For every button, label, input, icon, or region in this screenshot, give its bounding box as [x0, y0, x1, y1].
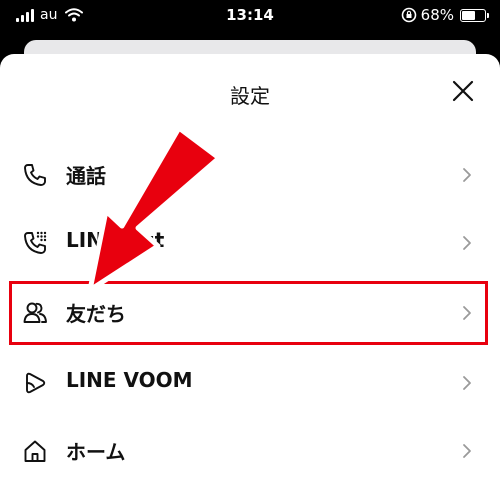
chevron-right-icon	[463, 444, 471, 458]
status-bar: au 13:14 68%	[0, 0, 500, 34]
phone-icon	[24, 164, 46, 186]
voom-icon	[26, 372, 46, 394]
chevron-right-icon	[463, 168, 471, 182]
menu-item-label: LINE Out	[66, 228, 165, 252]
highlight-box	[9, 281, 488, 345]
menu-item-label: ホーム	[66, 440, 126, 464]
menu-item-home[interactable]: ホーム	[0, 418, 500, 484]
battery-icon	[460, 8, 489, 22]
chevron-right-icon	[463, 376, 471, 390]
battery-percent: 68%	[420, 6, 454, 24]
status-right: 68%	[401, 6, 489, 24]
close-icon	[452, 80, 474, 102]
menu-item-line-voom[interactable]: LINE VOOM	[0, 350, 500, 416]
menu-item-line-out[interactable]: LINE Out	[0, 210, 500, 276]
chevron-right-icon	[463, 236, 471, 250]
home-icon	[24, 440, 46, 462]
menu-item-label: 通話	[66, 164, 106, 188]
phone-dial-icon	[24, 231, 47, 254]
menu-item-call[interactable]: 通話	[0, 142, 500, 208]
menu-item-label: LINE VOOM	[66, 368, 193, 392]
close-button[interactable]	[448, 76, 478, 106]
page-title: 設定	[230, 84, 270, 108]
orientation-lock-icon	[401, 7, 416, 23]
